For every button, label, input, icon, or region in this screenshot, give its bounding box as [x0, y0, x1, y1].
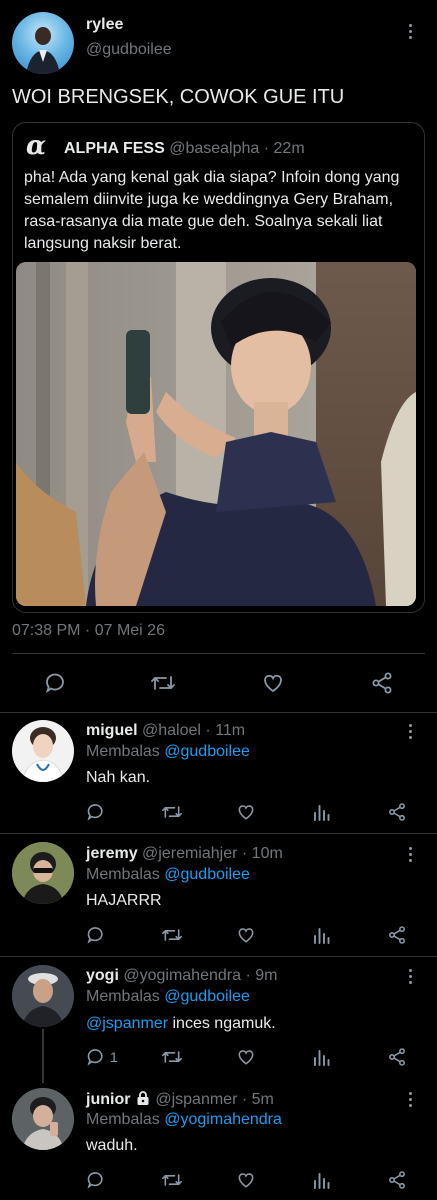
replying-to-link[interactable]: @gudboilee: [164, 866, 250, 883]
author-handle[interactable]: @gudboilee: [86, 41, 172, 59]
replying-to: Membalas @yogimahendra: [86, 1111, 282, 1129]
retweet-icon[interactable]: [161, 925, 183, 945]
reply-text: waduh.: [86, 1137, 138, 1154]
like-icon[interactable]: [236, 1170, 256, 1190]
reply-author-name[interactable]: jeremy: [86, 845, 138, 862]
lock-icon: [135, 1090, 151, 1106]
reply-author-handle: @yogimahendra: [123, 967, 241, 984]
retweet-icon[interactable]: [150, 671, 176, 695]
avatar-junior-figure: [12, 1088, 74, 1150]
quote-media-image[interactable]: [16, 262, 416, 606]
retweet-icon[interactable]: [161, 1047, 183, 1067]
reply-count: 1: [110, 1049, 118, 1065]
reply-icon[interactable]: [86, 1047, 106, 1067]
reply-author-name[interactable]: yogi: [86, 967, 119, 984]
author-name[interactable]: rylee: [86, 16, 123, 34]
divider: [12, 653, 425, 654]
avatar-rylee[interactable]: [12, 12, 74, 74]
retweet-icon[interactable]: [161, 1170, 183, 1190]
replying-label: Membalas: [86, 988, 160, 1005]
views-icon[interactable]: [312, 802, 332, 822]
reply-author-name[interactable]: junior: [86, 1091, 130, 1108]
avatar-rylee-figure: [26, 27, 60, 74]
replying-to-link[interactable]: @gudboilee: [164, 743, 250, 760]
quote-author-name[interactable]: ALPHA FESS: [64, 140, 165, 157]
quote-author-handle: @basealpha: [169, 140, 260, 157]
views-icon[interactable]: [312, 1047, 332, 1067]
tweet-text: WOI BRENGSEK, COWOK GUE ITU: [12, 86, 345, 108]
more-icon[interactable]: [409, 24, 413, 42]
quote-logo: α: [26, 131, 47, 161]
reply-time: · 9m: [245, 967, 278, 984]
replying-label: Membalas: [86, 743, 160, 760]
quote-time: · 22m: [263, 140, 305, 157]
more-icon[interactable]: [409, 969, 413, 987]
reply-time: · 5m: [241, 1091, 274, 1108]
divider: [0, 956, 437, 957]
reply-header: junior @jspanmer · 5m: [86, 1090, 274, 1109]
views-icon[interactable]: [312, 1170, 332, 1190]
views-icon[interactable]: [312, 925, 332, 945]
more-icon[interactable]: [409, 1092, 413, 1110]
like-icon[interactable]: [261, 671, 285, 695]
replying-to-link[interactable]: @yogimahendra: [164, 1111, 282, 1128]
reply-text: HAJARRR: [86, 892, 162, 909]
thread-line: [42, 1029, 44, 1083]
reply-time: · 10m: [241, 845, 283, 862]
quote-text: pha! Ada yang kenal gak dia siapa? Infoi…: [24, 169, 400, 252]
divider: [0, 833, 437, 834]
replying-label: Membalas: [86, 866, 160, 883]
share-icon[interactable]: [387, 802, 407, 822]
avatar-yogi[interactable]: [12, 965, 74, 1027]
reply-icon[interactable]: [86, 925, 106, 945]
reply-header: yogi @yogimahendra · 9m: [86, 967, 277, 985]
reply-header: miguel @haloel · 11m: [86, 722, 245, 740]
tweet-timestamp: 07:38 PM · 07 Mei 26: [12, 622, 165, 639]
share-icon[interactable]: [387, 1170, 407, 1190]
divider: [0, 712, 437, 713]
share-icon[interactable]: [387, 1047, 407, 1067]
replying-label: Membalas: [86, 1111, 160, 1128]
reply-text: Nah kan.: [86, 769, 151, 786]
reply-icon[interactable]: [86, 1170, 106, 1190]
avatar-junior[interactable]: [12, 1088, 74, 1150]
mention-link[interactable]: @jspanmer: [86, 1015, 168, 1032]
reply-author-name[interactable]: miguel: [86, 722, 138, 739]
reply-author-handle: @jeremiahjer: [142, 845, 238, 862]
reply-icon[interactable]: [44, 671, 68, 695]
more-icon[interactable]: [409, 724, 413, 742]
share-icon[interactable]: [387, 925, 407, 945]
avatar-jeremy[interactable]: [12, 842, 74, 904]
replying-to-link[interactable]: @gudboilee: [164, 988, 250, 1005]
more-icon[interactable]: [409, 847, 413, 865]
like-icon[interactable]: [236, 1047, 256, 1067]
avatar-yogi-figure: [12, 965, 74, 1027]
like-icon[interactable]: [236, 925, 256, 945]
reply-author-handle: @haloel: [142, 722, 201, 739]
avatar-miguel[interactable]: [12, 720, 74, 782]
reply-text: @jspanmer inces ngamuk.: [86, 1015, 276, 1033]
avatar-jeremy-figure: [12, 842, 74, 904]
replying-to: Membalas @gudboilee: [86, 743, 250, 761]
reply-author-handle: @jspanmer: [155, 1091, 238, 1108]
photo-illustration: [16, 262, 416, 606]
avatar-miguel-figure: [21, 727, 65, 782]
replying-to: Membalas @gudboilee: [86, 988, 250, 1006]
replying-to: Membalas @gudboilee: [86, 866, 250, 884]
reply-time: · 11m: [205, 722, 246, 739]
retweet-icon[interactable]: [161, 802, 183, 822]
quote-author: ALPHA FESS @basealpha · 22m: [64, 140, 305, 158]
like-icon[interactable]: [236, 802, 256, 822]
reply-text-body: inces ngamuk.: [168, 1015, 276, 1032]
reply-header: jeremy @jeremiahjer · 10m: [86, 845, 283, 863]
reply-icon[interactable]: [86, 802, 106, 822]
share-icon[interactable]: [370, 671, 394, 695]
